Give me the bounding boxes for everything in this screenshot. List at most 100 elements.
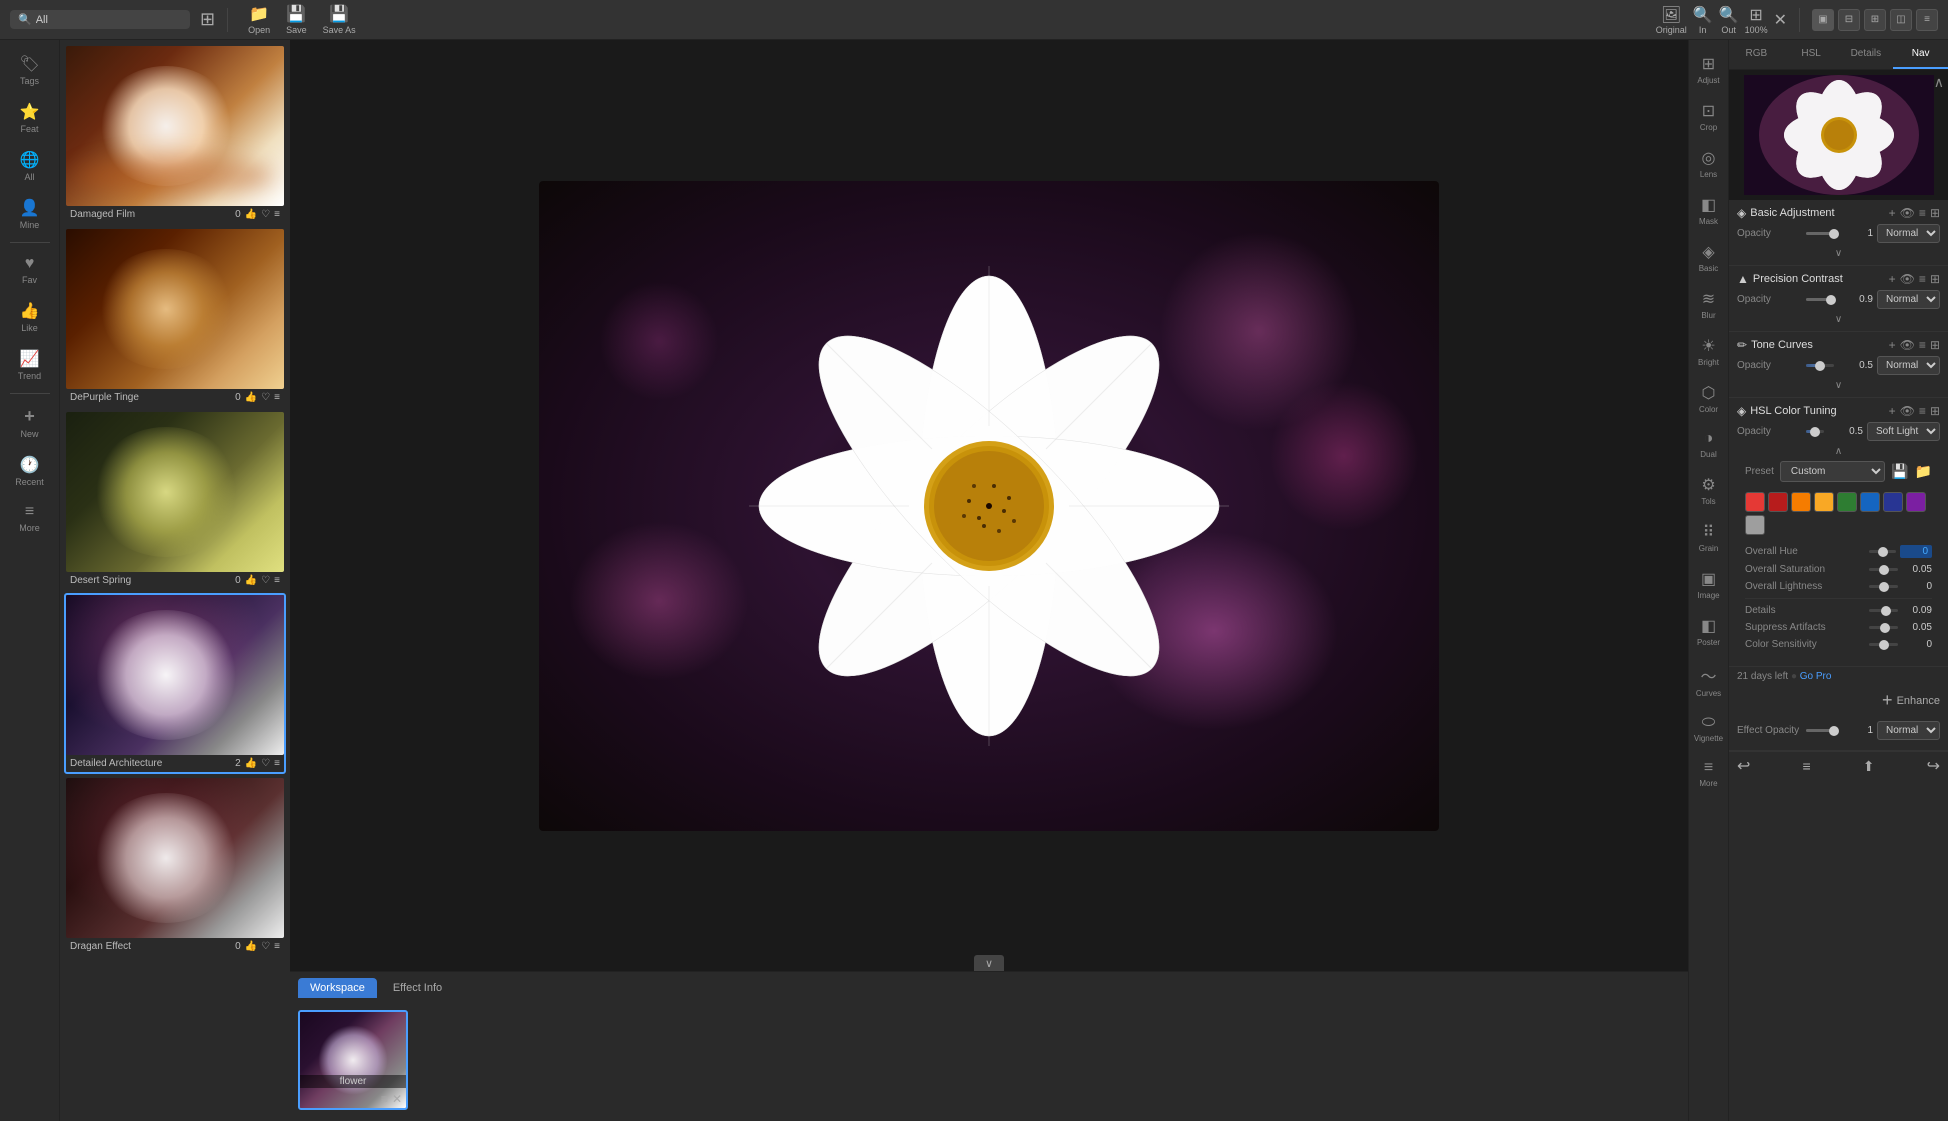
hsl-color-yellow[interactable]	[1814, 492, 1834, 512]
tool-dual[interactable]: ◑ Dual	[1689, 422, 1728, 467]
view-options-button[interactable]: ≡	[1916, 9, 1938, 31]
go-pro-button[interactable]: Go Pro	[1800, 671, 1832, 682]
sidebar-item-like[interactable]: 👍 Like	[0, 293, 59, 341]
view-single-button[interactable]: ▣	[1812, 9, 1834, 31]
precision-menu-btn[interactable]: ≡	[1919, 272, 1926, 286]
hsl-blend-mode[interactable]: Soft Light Normal	[1867, 422, 1940, 441]
color-sensitivity-slider[interactable]	[1869, 643, 1898, 646]
precision-chevron-down[interactable]: ∨	[1737, 313, 1940, 325]
view-grid-button[interactable]: ⊞	[1864, 9, 1886, 31]
tool-vignette[interactable]: ⬭ Vignette	[1689, 706, 1728, 751]
hsl-preset-select[interactable]: Custom	[1780, 461, 1885, 482]
hsl-add-btn[interactable]: +	[1889, 404, 1896, 418]
tab-workspace[interactable]: Workspace	[298, 978, 377, 998]
preset-item-damaged-film[interactable]: Damaged Film 0 👍 ♡ ≡	[64, 44, 286, 225]
effect-opacity-slider[interactable]	[1806, 729, 1834, 732]
details-slider[interactable]	[1869, 609, 1898, 612]
menu-icon-3[interactable]: ≡	[274, 575, 280, 586]
hsl-eye-btn[interactable]: 👁	[1900, 404, 1915, 418]
hsl-color-gray[interactable]	[1745, 515, 1765, 535]
heart-icon-5[interactable]: ♡	[261, 941, 270, 952]
tool-bright[interactable]: ☀ Bright	[1689, 328, 1728, 375]
tone-opacity-slider[interactable]	[1806, 364, 1834, 367]
precision-eye-btn[interactable]: 👁	[1900, 272, 1915, 286]
undo-button[interactable]: ↩	[1737, 756, 1750, 776]
tab-nav[interactable]: Nav	[1893, 40, 1948, 69]
tool-lens[interactable]: ◎ Lens	[1689, 140, 1728, 187]
preset-item-dragan-effect[interactable]: Dragan Effect 0 👍 ♡ ≡	[64, 776, 286, 957]
sidebar-item-tags[interactable]: 🏷 Tags	[0, 46, 59, 94]
tool-more[interactable]: ≡ More	[1689, 751, 1728, 796]
filmstrip-close-icon[interactable]: ✕	[392, 1092, 402, 1106]
tool-adjust[interactable]: ⊞ Adjust	[1689, 46, 1728, 93]
hsl-opacity-slider[interactable]	[1806, 430, 1824, 433]
sidebar-item-all[interactable]: 🌐 All	[0, 142, 59, 190]
layers-button[interactable]: ≡	[1803, 758, 1811, 774]
like-icon-2[interactable]: 👍	[245, 392, 257, 403]
tool-grain[interactable]: ⠿ Grain	[1689, 514, 1728, 561]
effect-blend-mode[interactable]: Normal	[1877, 721, 1940, 740]
tool-color[interactable]: ⬡ Color	[1689, 375, 1728, 422]
tool-tols[interactable]: ⚙ Tols	[1689, 467, 1728, 514]
preset-load-icon[interactable]: 📁	[1915, 463, 1932, 480]
tool-posterize[interactable]: ◧ Poster	[1689, 608, 1728, 655]
tool-basic[interactable]: ◈ Basic	[1689, 234, 1728, 281]
filmstrip-item-flower[interactable]: flower ≡ ✕	[298, 1010, 408, 1110]
basic-chevron-down[interactable]: ∨	[1737, 247, 1940, 259]
overall-saturation-slider[interactable]	[1869, 568, 1898, 571]
tone-chevron-down[interactable]: ∨	[1737, 379, 1940, 391]
hsl-color-darkred[interactable]	[1768, 492, 1788, 512]
precision-add-btn[interactable]: +	[1889, 272, 1896, 286]
save-button[interactable]: 💾 Save	[286, 4, 307, 35]
overall-lightness-slider[interactable]	[1869, 585, 1898, 588]
basic-add-btn[interactable]: +	[1889, 206, 1896, 220]
overall-hue-slider[interactable]	[1869, 550, 1896, 553]
precision-blend-mode[interactable]: Normal	[1877, 290, 1940, 309]
basic-opacity-slider[interactable]	[1806, 232, 1834, 235]
tone-menu-btn[interactable]: ≡	[1919, 338, 1926, 352]
tool-crop[interactable]: ⊡ Crop	[1689, 93, 1728, 140]
basic-eye-btn[interactable]: 👁	[1900, 206, 1915, 220]
tone-add-btn[interactable]: +	[1889, 338, 1896, 352]
hsl-color-blue[interactable]	[1860, 492, 1880, 512]
hsl-chevron-up[interactable]: ∧	[1737, 445, 1940, 457]
heart-icon-3[interactable]: ♡	[261, 575, 270, 586]
hsl-menu-btn[interactable]: ≡	[1919, 404, 1926, 418]
basic-menu-btn[interactable]: ≡	[1919, 206, 1926, 220]
zoom-100-button[interactable]: ⊞ 100%	[1745, 5, 1768, 35]
open-button[interactable]: 📁 Open	[248, 4, 270, 35]
basic-grid-btn[interactable]: ⊞	[1930, 206, 1940, 220]
menu-icon-2[interactable]: ≡	[274, 392, 280, 403]
save-as-button[interactable]: 💾 Save As	[323, 4, 356, 35]
sidebar-item-new[interactable]: + New	[0, 398, 59, 447]
tool-image[interactable]: ▣ Image	[1689, 561, 1728, 608]
redo-button[interactable]: ↪	[1927, 756, 1940, 776]
preset-save-icon[interactable]: 💾	[1891, 463, 1908, 480]
zoom-fit-button[interactable]: ✕	[1774, 10, 1787, 30]
menu-icon-4[interactable]: ≡	[274, 758, 280, 769]
hsl-grid-btn[interactable]: ⊞	[1930, 404, 1940, 418]
sidebar-item-recent[interactable]: 🕐 Recent	[0, 447, 59, 495]
like-icon-5[interactable]: 👍	[245, 941, 257, 952]
sidebar-item-trend[interactable]: 📈 Trend	[0, 341, 59, 389]
nav-preview-collapse[interactable]: ∧	[1934, 74, 1944, 91]
suppress-artifacts-slider[interactable]	[1869, 626, 1898, 629]
tool-blur[interactable]: ≋ Blur	[1689, 281, 1728, 328]
hsl-color-green[interactable]	[1837, 492, 1857, 512]
like-icon-1[interactable]: 👍	[245, 209, 257, 220]
hsl-color-orange[interactable]	[1791, 492, 1811, 512]
tool-mask[interactable]: ◧ Mask	[1689, 187, 1728, 234]
zoom-in-button[interactable]: 🔍 In	[1693, 5, 1713, 35]
share-button[interactable]: ⬆	[1863, 758, 1875, 775]
menu-icon-1[interactable]: ≡	[274, 209, 280, 220]
enhance-button[interactable]: + Enhance	[1729, 686, 1948, 715]
search-input[interactable]	[36, 14, 166, 26]
sidebar-item-feat[interactable]: ⭐ Feat	[0, 94, 59, 142]
like-icon-4[interactable]: 👍	[245, 758, 257, 769]
grid-icon[interactable]: ⊞	[200, 9, 215, 30]
original-button[interactable]: 🖼 Original	[1656, 5, 1687, 35]
search-box[interactable]: 🔍	[10, 10, 190, 29]
tool-curves[interactable]: 〜 Curves	[1689, 655, 1728, 706]
view-compare-button[interactable]: ◫	[1890, 9, 1912, 31]
heart-icon-2[interactable]: ♡	[261, 392, 270, 403]
